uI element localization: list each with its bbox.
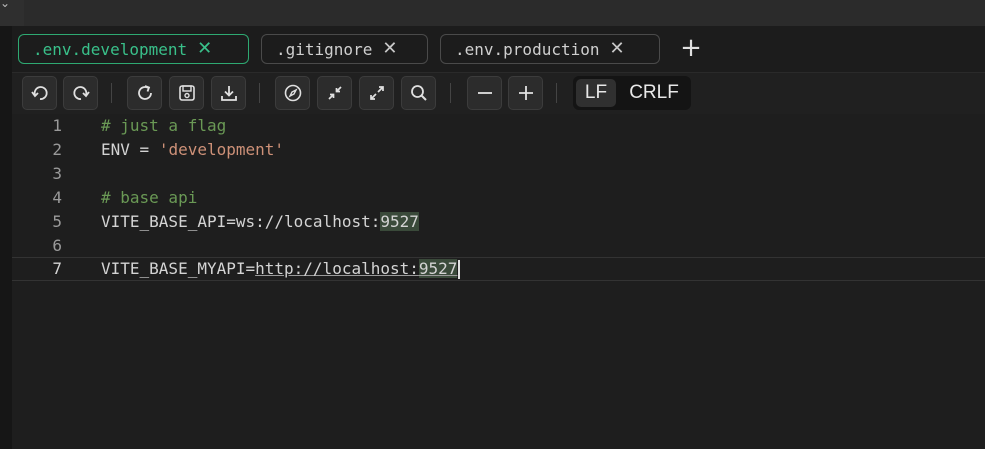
search-button[interactable] — [401, 76, 436, 110]
code-line: 2 ENV = 'development' — [12, 138, 985, 162]
eol-crlf-option[interactable]: CRLF — [622, 79, 686, 107]
redo-button[interactable] — [63, 76, 98, 110]
line-number: 2 — [52, 140, 62, 159]
chevron-down-icon[interactable]: ⌄ — [0, 0, 10, 10]
zoom-in-button[interactable] — [508, 76, 543, 110]
line-number: 4 — [52, 188, 62, 207]
navigate-button[interactable] — [275, 76, 310, 110]
tab-gitignore[interactable]: .gitignore ✕ — [261, 34, 428, 64]
window-top-bar: ⌄ — [0, 0, 985, 26]
operator: = — [129, 140, 159, 159]
search-icon — [410, 85, 427, 101]
tab-label: .env.development — [33, 39, 188, 59]
code-line: 1 # just a flag — [12, 114, 985, 138]
tab-env-development[interactable]: .env.development ✕ — [18, 34, 249, 64]
env-key: VITE_BASE_MYAPI= — [101, 259, 256, 278]
code-text: VITE_BASE_MYAPI=http://localhost:9527 — [101, 258, 461, 280]
compass-icon — [284, 84, 301, 102]
tab-label: .gitignore — [276, 39, 373, 59]
toolbar-divider — [556, 83, 557, 103]
current-code-line: 7 VITE_BASE_MYAPI=http://localhost:9527 — [12, 257, 985, 281]
save-button[interactable] — [169, 76, 204, 110]
add-tab-button[interactable]: + — [679, 33, 703, 63]
code-comment: # just a flag — [101, 116, 227, 135]
eol-lf-option[interactable]: LF — [576, 79, 616, 107]
tab-label: .env.production — [455, 39, 600, 59]
code-text: VITE_BASE_API=ws://localhost:9527 — [101, 210, 419, 234]
toolbar-divider — [111, 83, 112, 103]
close-icon[interactable]: ✕ — [197, 40, 212, 58]
line-number: 7 — [52, 259, 62, 278]
code-editor[interactable]: 1 # just a flag 2 ENV = 'development' 3 … — [12, 114, 985, 449]
collapse-icon — [327, 86, 342, 100]
env-key: VITE_BASE_API=ws://localhost: — [101, 212, 381, 231]
zoom-in-icon — [518, 86, 533, 100]
text-cursor — [458, 260, 461, 279]
editor-toolbar: LF CRLF — [12, 72, 985, 115]
expand-icon — [369, 86, 384, 100]
left-margin — [0, 26, 12, 449]
code-line: 6 — [12, 234, 985, 258]
toolbar-divider — [450, 83, 451, 103]
undo-icon — [30, 86, 48, 100]
reload-button[interactable] — [127, 76, 162, 110]
download-button[interactable] — [211, 76, 246, 110]
tab-bar: .env.development ✕ .gitignore ✕ .env.pro… — [12, 26, 985, 72]
line-number: 3 — [52, 164, 62, 183]
line-number: 1 — [52, 116, 62, 135]
code-text: ENV = 'development' — [101, 138, 284, 162]
line-number: 5 — [52, 212, 62, 231]
tab-env-production[interactable]: .env.production ✕ — [440, 34, 660, 64]
collapse-button[interactable] — [317, 76, 352, 110]
save-icon — [178, 85, 195, 101]
line-ending-toggle: LF CRLF — [573, 76, 691, 110]
download-icon — [220, 86, 237, 101]
zoom-out-icon — [477, 92, 492, 94]
expand-button[interactable] — [359, 76, 394, 110]
env-key: ENV — [101, 140, 130, 159]
toolbar-divider — [259, 83, 260, 103]
highlighted-match: 9527 — [380, 212, 419, 231]
reload-icon — [137, 85, 152, 100]
redo-icon — [72, 86, 90, 100]
code-line: 4 # base api — [12, 186, 985, 210]
code-line: 5 VITE_BASE_API=ws://localhost:9527 — [12, 210, 985, 234]
plus-icon: + — [680, 33, 702, 63]
code-line: 3 — [12, 162, 985, 186]
url-link[interactable]: http://localhost: — [255, 259, 419, 278]
highlighted-match: 9527 — [418, 259, 458, 278]
zoom-out-button[interactable] — [467, 76, 502, 110]
undo-button[interactable] — [22, 76, 57, 110]
close-icon[interactable]: ✕ — [382, 40, 397, 58]
code-comment: # base api — [101, 188, 198, 207]
line-number: 6 — [52, 236, 62, 255]
close-icon[interactable]: ✕ — [610, 40, 625, 58]
string-value: 'development' — [158, 140, 285, 159]
